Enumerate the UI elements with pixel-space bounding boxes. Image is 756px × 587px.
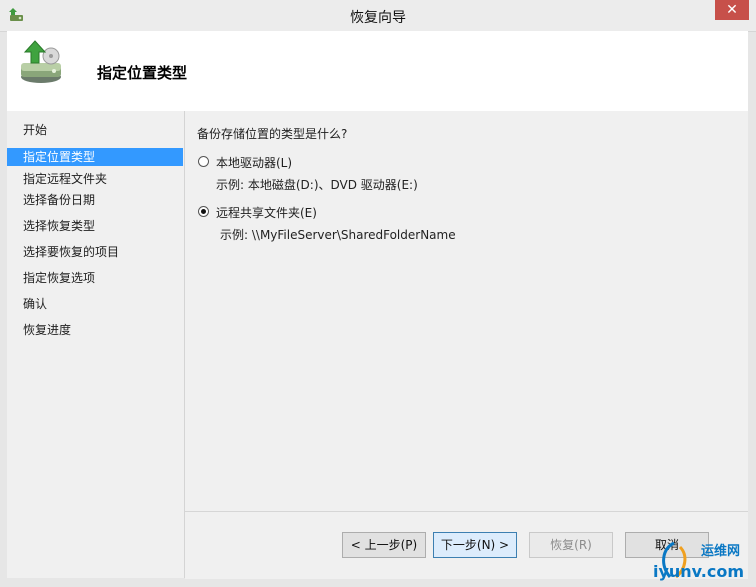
nav-item-items-to-recover[interactable]: 选择要恢复的项目 [7,243,183,261]
nav-item-confirmation[interactable]: 确认 [7,295,183,313]
question-text: 备份存储位置的类型是什么? [197,127,348,141]
backup-drive-icon [21,40,61,83]
close-button[interactable]: ✕ [715,0,749,20]
remote-share-radio[interactable] [198,206,209,217]
nav-item-recovery-type[interactable]: 选择恢复类型 [7,217,183,235]
nav-item-recovery-options[interactable]: 指定恢复选项 [7,269,183,287]
page-title: 指定位置类型 [97,64,188,82]
title-bar: 恢复向导 ✕ [0,0,756,32]
main-content: 备份存储位置的类型是什么? 本地驱动器(L) 示例: 本地磁盘(D:)、DVD … [185,111,748,511]
nav-item-location-type[interactable]: 指定位置类型 [7,148,183,166]
remote-share-example: 示例: \\MyFileServer\SharedFolderName [220,228,456,242]
nav-item-recovery-progress[interactable]: 恢复进度 [7,321,183,339]
nav-item-remote-folder[interactable]: 指定远程文件夹 [7,170,183,188]
local-drive-label[interactable]: 本地驱动器(L) [216,154,292,171]
nav-item-backup-date[interactable]: 选择备份日期 [7,191,183,209]
watermark-line1: 运维网 [700,544,740,559]
local-drive-example: 示例: 本地磁盘(D:)、DVD 驱动器(E:) [216,178,418,192]
back-button[interactable]: < 上一步(P) [342,532,426,558]
window-title: 恢复向导 [350,10,406,26]
recover-button[interactable]: 恢复(R) [529,532,613,558]
next-button[interactable]: 下一步(N) > [433,532,517,558]
local-drive-radio[interactable] [198,156,209,167]
wizard-header: 指定位置类型 [7,31,748,111]
site-watermark: 运维网 iyunv.com [646,535,756,587]
watermark-line2: iyunv.com [652,562,744,581]
nav-item-start[interactable]: 开始 [7,121,183,139]
recovery-wizard-window: 恢复向导 ✕ 指定位置类型 开始 指定位置类型 指定远程文件夹 选择备份日期 选… [0,0,756,587]
wizard-steps-nav: 开始 指定位置类型 指定远程文件夹 选择备份日期 选择恢复类型 选择要恢复的项目… [7,111,185,578]
remote-share-label[interactable]: 远程共享文件夹(E) [216,204,317,221]
